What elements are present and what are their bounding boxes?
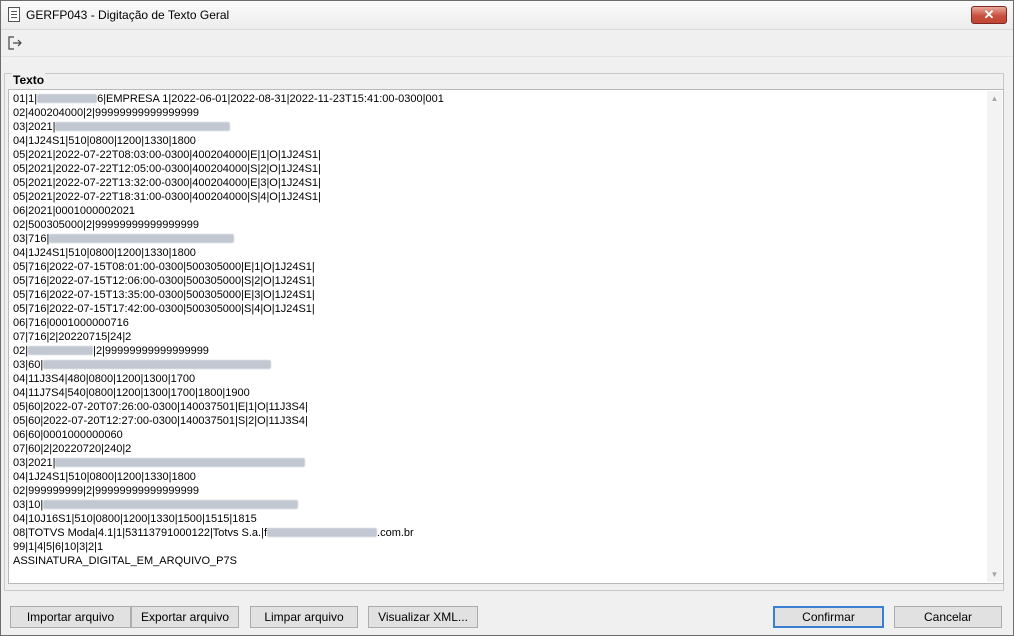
- text-line: 05|2021|2022-07-22T18:31:00-0300|4002040…: [13, 191, 321, 203]
- text-line: 06|60|0001000000060: [13, 429, 123, 441]
- text-line: 07|60|2|20220720|240|2: [13, 443, 132, 455]
- text-line: 05|60|2022-07-20T07:26:00-0300|140037501…: [13, 401, 308, 413]
- redacted-text: [55, 458, 306, 467]
- text-line: 02|999999999|2|99999999999999999: [13, 485, 199, 497]
- text-line: 06|2021|0001000002021: [13, 205, 135, 217]
- text-line: 03|2021|: [13, 120, 983, 134]
- view-xml-button[interactable]: Visualizar XML...: [368, 606, 478, 628]
- redacted-text: [267, 528, 378, 537]
- text-line: 05|2021|2022-07-22T08:03:00-0300|4002040…: [13, 149, 321, 161]
- vertical-scrollbar[interactable]: ▲ ▼: [987, 91, 1002, 582]
- text-line: 04|1J24S1|510|0800|1200|1330|1800: [13, 247, 196, 259]
- text-line: 04|11J7S4|540|0800|1200|1300|1700|1800|1…: [13, 387, 250, 399]
- import-file-button[interactable]: Importar arquivo: [10, 606, 131, 628]
- text-line: 04|1J24S1|510|0800|1200|1330|1800: [13, 471, 196, 483]
- redacted-text: [28, 346, 94, 355]
- text-line: 04|1J24S1|510|0800|1200|1330|1800: [13, 135, 196, 147]
- text-line: 05|716|2022-07-15T17:42:00-0300|50030500…: [13, 303, 315, 315]
- text-line: 05|716|2022-07-15T08:01:00-0300|50030500…: [13, 261, 315, 273]
- text-line: 99|1|4|5|6|10|3|2|1: [13, 541, 104, 553]
- toolbar: [1, 30, 1013, 57]
- text-line: 05|716|2022-07-15T12:06:00-0300|50030500…: [13, 275, 315, 287]
- scroll-up-icon[interactable]: ▲: [987, 91, 1002, 106]
- export-file-button[interactable]: Exportar arquivo: [131, 606, 239, 628]
- text-line: 08|TOTVS Moda|4.1|1|53113791000122|Totvs…: [13, 527, 414, 539]
- text-line: 03|60|: [13, 358, 983, 372]
- text-line: 04|10J16S1|510|0800|1200|1330|1500|1515|…: [13, 513, 257, 525]
- window-title: GERFP043 - Digitação de Texto Geral: [26, 8, 230, 22]
- exit-icon[interactable]: [7, 35, 23, 51]
- text-line: 05|716|2022-07-15T13:35:00-0300|50030500…: [13, 289, 315, 301]
- redacted-text: [43, 500, 299, 509]
- text-line: 05|2021|2022-07-22T13:32:00-0300|4002040…: [13, 177, 321, 189]
- clear-file-button[interactable]: Limpar arquivo: [250, 606, 358, 628]
- text-line: ASSINATURA_DIGITAL_EM_ARQUIVO_P7S: [13, 555, 237, 567]
- text-line: 05|60|2022-07-20T12:27:00-0300|140037501…: [13, 415, 308, 427]
- text-line: 02|400204000|2|99999999999999999: [13, 107, 199, 119]
- confirm-button[interactable]: Confirmar: [773, 606, 884, 628]
- group-label: Texto: [12, 73, 46, 87]
- text-line: 03|716|: [13, 232, 983, 246]
- text-line: 07|716|2|20220715|24|2: [13, 331, 132, 343]
- document-icon: [8, 7, 20, 22]
- close-button[interactable]: ✕: [971, 6, 1007, 24]
- text-editor[interactable]: 01|1| 6|EMPRESA 1|2022-06-01|2022-08-31|2…: [8, 89, 1004, 584]
- redacted-text: [37, 94, 98, 103]
- title-bar[interactable]: GERFP043 - Digitação de Texto Geral ✕: [1, 1, 1013, 30]
- redacted-text: [49, 234, 235, 243]
- text-line: 02| |2|99999999999999999: [13, 345, 209, 357]
- scroll-down-icon[interactable]: ▼: [987, 567, 1002, 582]
- text-line: 04|11J3S4|480|0800|1200|1300|1700: [13, 373, 196, 385]
- text-line: 05|2021|2022-07-22T12:05:00-0300|4002040…: [13, 163, 321, 175]
- text-line: 01|1| 6|EMPRESA 1|2022-06-01|2022-08-31|2…: [13, 93, 444, 105]
- text-line: 03|2021|: [13, 456, 983, 470]
- text-content[interactable]: 01|1| 6|EMPRESA 1|2022-06-01|2022-08-31|2…: [13, 92, 983, 568]
- cancel-button[interactable]: Cancelar: [894, 606, 1002, 628]
- text-line: 03|10|: [13, 498, 983, 512]
- redacted-text: [43, 360, 272, 369]
- text-line: 06|716|0001000000716: [13, 317, 129, 329]
- redacted-text: [55, 122, 231, 131]
- text-line: 02|500305000|2|99999999999999999: [13, 219, 199, 231]
